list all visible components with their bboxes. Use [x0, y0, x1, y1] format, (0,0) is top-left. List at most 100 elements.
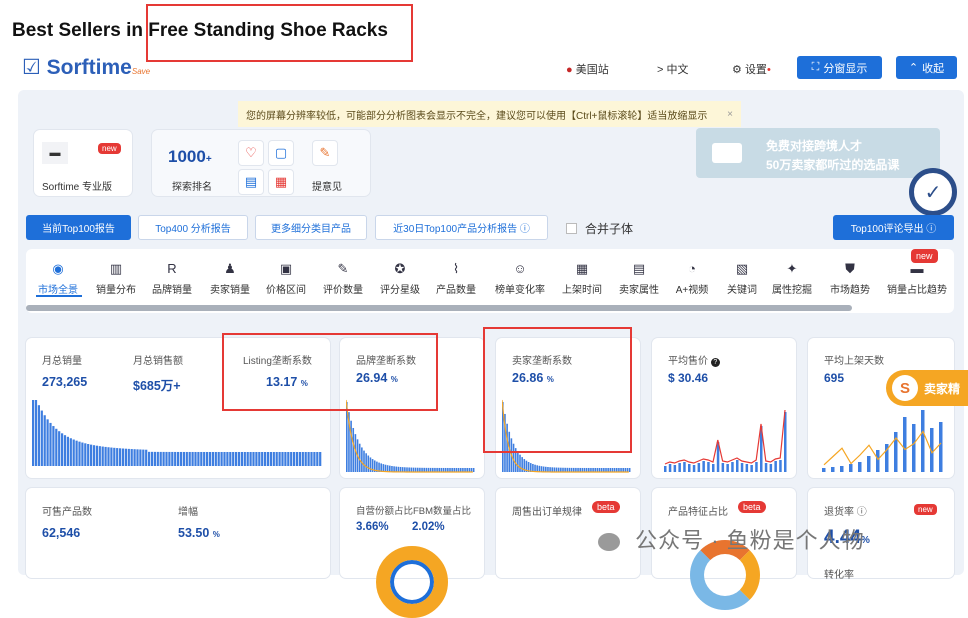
distribution-bar: [384, 464, 387, 472]
split-window-button[interactable]: ⛶ 分窗显示: [797, 56, 882, 79]
price-bar: [764, 463, 768, 472]
nav-item-label: 卖家销量: [210, 285, 250, 296]
price-bar: [740, 463, 744, 472]
sales-bar: [206, 451, 209, 466]
nav-item-attribute[interactable]: ▤ 卖家属性: [611, 261, 667, 296]
nav-item-video[interactable]: ◔ A+视频: [664, 261, 720, 296]
nav-item-rank-change[interactable]: ☺ 榜单变化率: [492, 261, 548, 296]
sales-bar: [113, 447, 116, 466]
sales-bar: [261, 451, 264, 466]
nav-item-puzzle[interactable]: ✦ 属性挖掘: [764, 261, 820, 296]
language-selector[interactable]: > 中文: [657, 61, 688, 77]
top400-report-button[interactable]: Top400 分析报告: [138, 215, 248, 240]
distribution-bar: [545, 466, 547, 472]
plan-label: Sorftime 专业版: [42, 182, 113, 193]
nav-item-price[interactable]: ▣ 价格区间: [258, 261, 314, 296]
distribution-bar: [414, 467, 417, 472]
settings-link[interactable]: ⚙ 设置•: [732, 61, 771, 77]
nav-item-calendar[interactable]: ▦ 上架时间: [554, 261, 610, 296]
sales-bar: [264, 451, 267, 466]
sales-bar: [130, 449, 133, 466]
top100-report-button[interactable]: 当前Top100报告: [26, 215, 131, 240]
keyword-icon: ▧: [735, 261, 749, 276]
distribution-bar: [429, 467, 432, 472]
distribution-bar: [468, 467, 471, 472]
sales-bar: [240, 451, 243, 466]
help-icon[interactable]: ?: [710, 358, 720, 367]
nav-item-market[interactable]: ◉ 市场全景: [30, 261, 86, 296]
trend-icon: ⌇: [452, 261, 460, 276]
feedback-icon[interactable]: ✎: [312, 140, 338, 166]
distribution-bar: [466, 467, 468, 472]
nav-item-label: 上架时间: [562, 285, 602, 296]
sales-bar: [185, 451, 188, 466]
us-flag-icon: ●: [566, 64, 573, 76]
grid-icon[interactable]: ▦: [268, 169, 294, 195]
resolution-notice: 您的屏幕分辨率较低，可能部分分析图表会显示不完全，建议您可以使用【Ctrl+鼠标…: [238, 101, 741, 127]
distribution-bar: [442, 467, 445, 472]
monthly-sales-label: 月总销量: [42, 356, 82, 367]
distribution-bar: [564, 467, 566, 472]
sales-bar: [52, 426, 55, 466]
sales-bar: [255, 451, 258, 466]
banner-line2: 50万卖家都听过的选品课: [766, 158, 900, 172]
conversion-label: 转化率: [824, 570, 854, 581]
distribution-bar: [628, 467, 631, 472]
clipboard-icon[interactable]: ▤: [238, 169, 264, 195]
nav-item-market-trend[interactable]: ⛊ 市场趋势: [822, 261, 878, 296]
distribution-bar: [519, 454, 521, 472]
distribution-bar: [611, 467, 614, 472]
merge-child-checkbox[interactable]: 合并子体: [566, 220, 633, 237]
self-operated-b: 2.02%: [412, 521, 445, 533]
sales-bar: [107, 447, 110, 466]
price-bar: [668, 464, 672, 472]
sales-bar: [217, 451, 220, 466]
site-selector[interactable]: ● 美国站: [566, 61, 609, 77]
export-reviews-button[interactable]: Top100评论导出 ⓘ: [833, 215, 954, 240]
sales-bar: [75, 440, 78, 466]
nav-item-seller[interactable]: ♟ 卖家销量: [202, 261, 258, 296]
sales-bar: [153, 451, 156, 466]
feedback-label[interactable]: 提意见: [312, 178, 342, 193]
nav-item-brand[interactable]: R 品牌销量: [144, 261, 200, 296]
distribution-bar: [598, 467, 601, 472]
collapse-button[interactable]: ⌃ 收起: [896, 56, 957, 79]
chevron-up-icon: ⌃: [908, 62, 919, 74]
nav-item-star[interactable]: ✪ 评分星级: [372, 261, 428, 296]
sales-bar: [313, 451, 316, 466]
avg-days-label: 平均上架天数: [824, 356, 884, 367]
nav-item-bar-chart[interactable]: ▥ 销量分布: [88, 261, 144, 296]
nav-item-trend[interactable]: ⌇ 产品数量: [428, 261, 484, 296]
nav-item-keyword[interactable]: ▧ 关键词: [714, 261, 770, 296]
share-trend-icon: ▬: [910, 261, 924, 276]
distribution-bar: [557, 467, 560, 472]
nav-new-badge: new: [911, 249, 938, 263]
distribution-bar: [536, 465, 538, 472]
sales-bar: [142, 449, 145, 466]
close-icon[interactable]: ×: [727, 109, 733, 120]
distribution-bar: [412, 467, 415, 472]
plan-card[interactable]: ▬ new Sorftime 专业版: [34, 130, 132, 196]
recent30-report-button[interactable]: 近30日Top100产品分析报告 ⓘ: [375, 215, 548, 240]
rank-label: 探索排名: [172, 182, 212, 193]
sales-bar: [63, 435, 67, 466]
self-operated-a: 3.66%: [356, 521, 389, 533]
seller-float-button[interactable]: S 卖家精: [886, 370, 968, 406]
nav-item-share-trend[interactable]: ▬ 销量占比趋势: [884, 261, 950, 296]
sales-bar: [133, 449, 136, 466]
wechat-icon: [598, 533, 620, 552]
screen-icon[interactable]: ▢: [268, 140, 294, 166]
more-subcategory-button[interactable]: 更多细分类目产品: [255, 215, 367, 240]
brand-icon: R: [167, 261, 177, 276]
promo-banner[interactable]: 免费对接跨境人才 50万卖家都听过的选品课: [696, 128, 940, 178]
distribution-bar: [577, 467, 579, 472]
distribution-bar: [395, 466, 398, 472]
distribution-bar: [401, 467, 404, 472]
distribution-bar: [472, 467, 475, 472]
distribution-bar: [367, 455, 370, 472]
heart-icon[interactable]: ♡: [238, 140, 264, 166]
nav-scrollbar[interactable]: [26, 305, 852, 311]
sales-bar: [226, 451, 229, 466]
nav-item-review[interactable]: ✎ 评价数量: [315, 261, 371, 296]
distribution-bar: [397, 466, 400, 472]
